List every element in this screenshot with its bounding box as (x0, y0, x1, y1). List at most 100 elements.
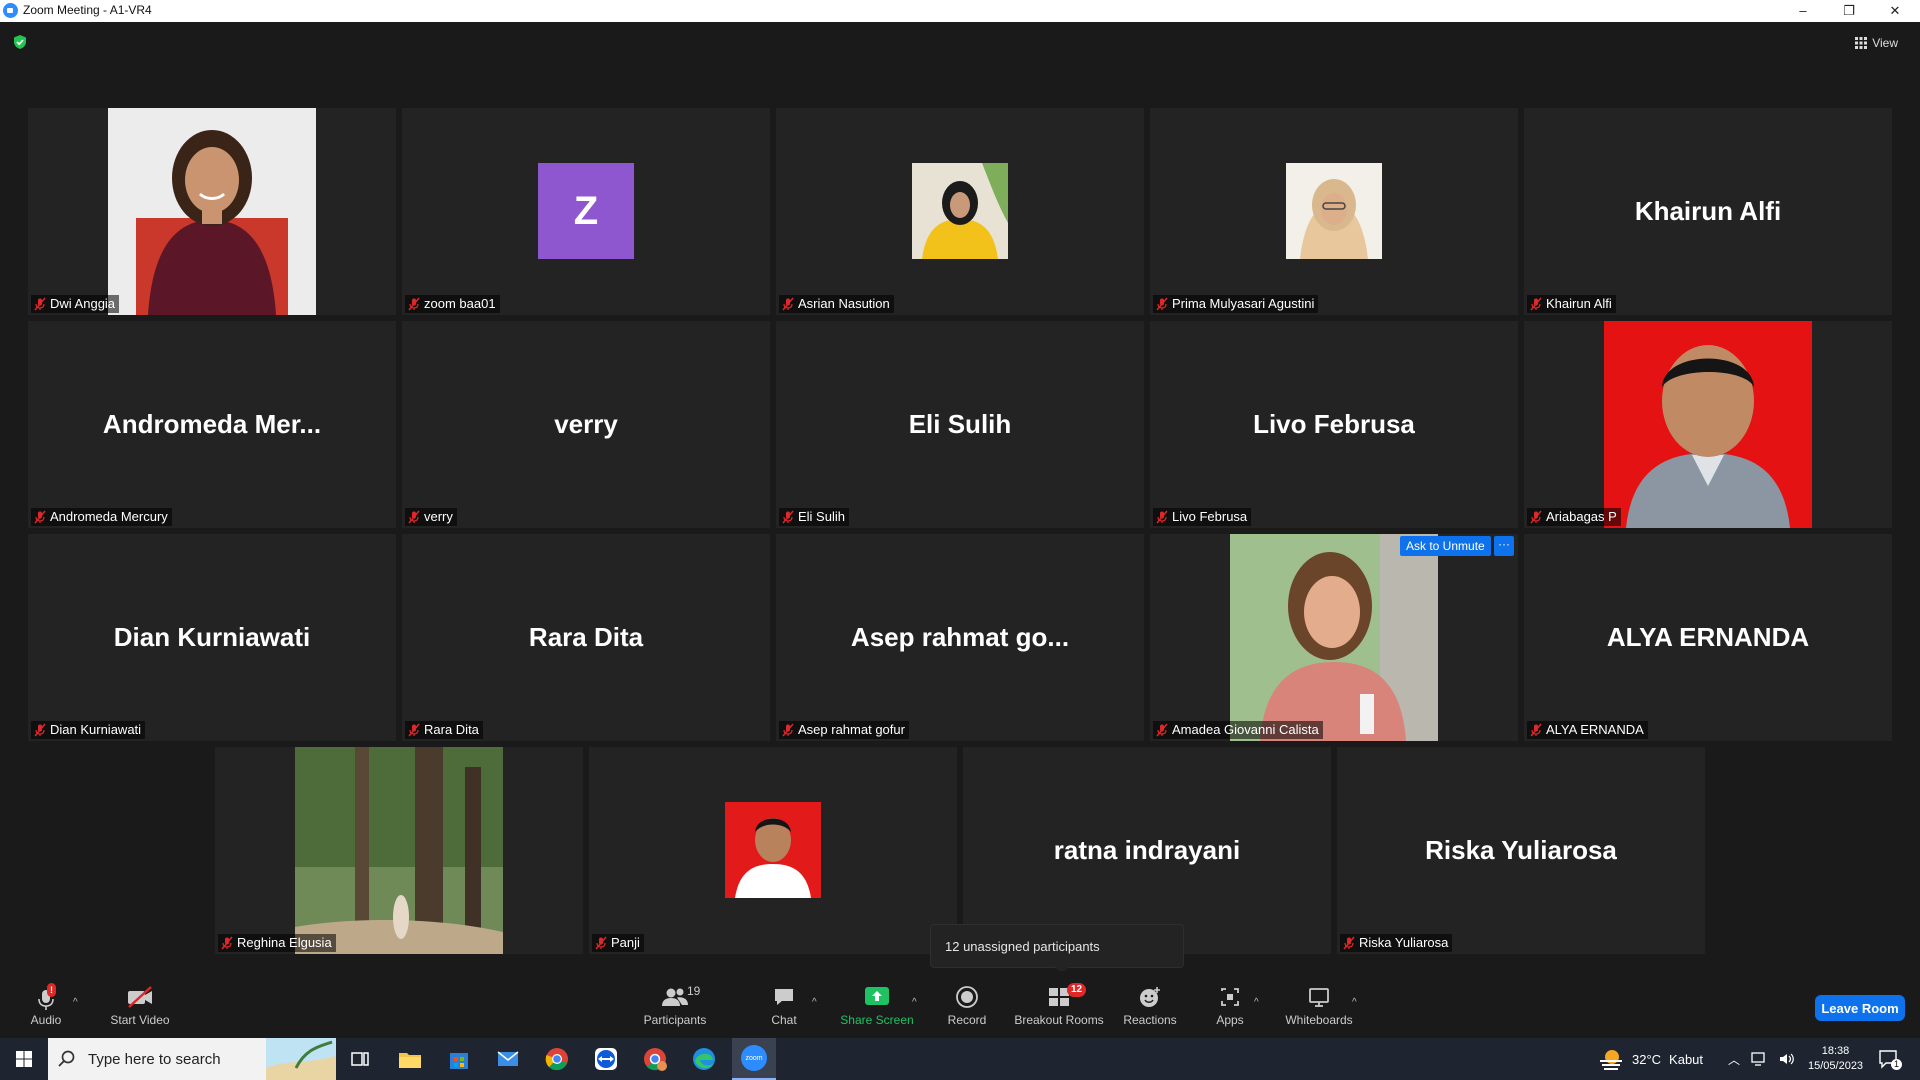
mail-icon[interactable] (492, 1043, 524, 1075)
close-button[interactable]: ✕ (1872, 0, 1918, 22)
participant-tile[interactable]: Panji (589, 747, 957, 954)
audio-button[interactable]: ! Audio (25, 971, 67, 1038)
participant-name-label: Amadea Giovanni Calista (1153, 721, 1323, 739)
participants-button[interactable]: 19 Participants (640, 971, 710, 1038)
participant-tile[interactable]: Asrian Nasution (776, 108, 1144, 315)
participant-name: Dwi Anggia (50, 296, 116, 311)
muted-mic-icon (1530, 510, 1542, 524)
participant-name: Reghina Elgusia (237, 935, 332, 950)
notification-center-button[interactable]: 1 (1878, 1038, 1903, 1080)
network-icon[interactable] (1750, 1051, 1768, 1067)
participant-display-name: Khairun Alfi (1634, 196, 1782, 226)
participant-tile[interactable]: Prima Mulyasari Agustini (1150, 108, 1518, 315)
participant-name: Panji (611, 935, 640, 950)
participant-tile[interactable]: verry verry (402, 321, 770, 528)
chrome-icon[interactable] (541, 1043, 573, 1075)
edge-icon[interactable] (688, 1043, 720, 1075)
taskbar-search-box[interactable]: Type here to search (48, 1038, 336, 1080)
security-shield-icon[interactable] (12, 34, 28, 50)
participant-name-label: Asep rahmat gofur (779, 721, 909, 739)
participant-tile[interactable]: Ariabagas P (1524, 321, 1892, 528)
minimize-button[interactable]: – (1780, 0, 1826, 22)
share-screen-options-caret[interactable]: ^ (912, 997, 917, 1008)
more-options-button[interactable]: ··· (1494, 536, 1514, 556)
whiteboard-icon (1309, 988, 1329, 1007)
participants-count: 19 (687, 984, 701, 998)
volume-icon[interactable] (1778, 1051, 1796, 1067)
clock-date: 15/05/2023 (1808, 1060, 1864, 1072)
clock-time: 18:38 (1821, 1045, 1850, 1057)
participant-name: Dian Kurniawati (50, 722, 142, 737)
microsoft-store-icon[interactable] (443, 1043, 475, 1075)
muted-mic-icon (1156, 510, 1168, 524)
participant-tile[interactable]: ALYA ERNANDA ALYA ERNANDA (1524, 534, 1892, 741)
muted-mic-icon (1156, 723, 1168, 737)
participant-name: Asep rahmat gofur (798, 722, 905, 737)
windows-start-icon[interactable] (8, 1043, 40, 1075)
apps-options-caret[interactable]: ^ (1254, 997, 1259, 1008)
audio-options-caret[interactable]: ^ (73, 997, 78, 1008)
participant-name-label: verry (405, 508, 457, 526)
participant-tile[interactable]: Andromeda Mer... Andromeda Mercury (28, 321, 396, 528)
participant-name-label: Panji (592, 934, 644, 952)
participant-tile[interactable]: ratna indrayani (963, 747, 1331, 954)
video-camera-off-icon (128, 986, 152, 1008)
participant-tile[interactable]: Dwi Anggia (28, 108, 396, 315)
participant-tile[interactable]: Khairun Alfi Khairun Alfi (1524, 108, 1892, 315)
participant-tile[interactable]: Livo Februsa Livo Februsa (1150, 321, 1518, 528)
chrome-profile-icon[interactable] (639, 1043, 671, 1075)
participant-tile[interactable]: Asep rahmat go... Asep rahmat gofur (776, 534, 1144, 741)
participant-display-name: Rara Dita (528, 622, 644, 652)
participant-tile[interactable]: Riska Yuliarosa Riska Yuliarosa (1337, 747, 1705, 954)
share-screen-label: Share Screen (840, 1013, 914, 1027)
participant-name: ALYA ERNANDA (1546, 722, 1644, 737)
participant-tile[interactable]: Zzoom baa01 (402, 108, 770, 315)
search-icon (58, 1050, 75, 1067)
participant-name-label: Eli Sulih (779, 508, 849, 526)
share-screen-icon (865, 987, 889, 1005)
participant-name-label: Ariabagas P (1527, 508, 1621, 526)
start-video-label: Start Video (110, 1013, 170, 1027)
record-button[interactable]: Record (945, 971, 989, 1038)
participant-tile[interactable]: Amadea Giovanni Calista (1150, 534, 1518, 741)
chat-button[interactable]: Chat (764, 971, 804, 1038)
participant-name-label: zoom baa01 (405, 295, 500, 313)
participant-tile[interactable]: Reghina Elgusia (215, 747, 583, 954)
zoom-taskbar-button[interactable]: zoom (732, 1038, 776, 1080)
chat-options-caret[interactable]: ^ (812, 997, 817, 1008)
weather-temp: 32°C (1632, 1051, 1662, 1067)
participant-display-name: ratna indrayani (1053, 835, 1241, 865)
leave-room-button[interactable]: Leave Room (1815, 995, 1905, 1021)
share-screen-button[interactable]: Share Screen (836, 971, 918, 1038)
taskbar-clock[interactable]: 18:38 15/05/2023 (1808, 1038, 1863, 1080)
ask-to-unmute-button[interactable]: Ask to Unmute (1400, 536, 1491, 556)
whiteboards-options-caret[interactable]: ^ (1352, 997, 1357, 1008)
start-video-button[interactable]: Start Video (105, 971, 175, 1038)
task-view-icon[interactable] (344, 1043, 376, 1075)
participant-tile[interactable]: Rara Dita Rara Dita (402, 534, 770, 741)
weather-widget[interactable]: 32°C Kabut (1598, 1038, 1703, 1080)
muted-mic-icon (221, 936, 233, 950)
participant-name-label: Prima Mulyasari Agustini (1153, 295, 1319, 313)
whiteboards-button[interactable]: Whiteboards (1283, 971, 1355, 1038)
participant-display-name: Livo Februsa (1253, 409, 1415, 439)
muted-mic-icon (408, 510, 420, 524)
weather-haze-icon (1600, 1050, 1622, 1070)
apps-label: Apps (1216, 1013, 1244, 1027)
restore-button[interactable]: ❐ (1826, 0, 1872, 22)
breakout-rooms-button[interactable]: 12 Breakout Rooms (1013, 971, 1105, 1038)
participants-label: Participants (643, 1013, 707, 1027)
reactions-smiley-icon (1140, 987, 1160, 1007)
participant-tile[interactable]: Eli Sulih Eli Sulih (776, 321, 1144, 528)
muted-mic-icon (34, 510, 46, 524)
tray-overflow-chevron-icon[interactable]: ︿ (1728, 1051, 1740, 1068)
muted-mic-icon (34, 297, 46, 311)
view-button[interactable]: View (1855, 34, 1898, 52)
muted-mic-icon (1343, 936, 1355, 950)
teamviewer-icon[interactable] (590, 1043, 622, 1075)
participant-tile[interactable]: Dian Kurniawati Dian Kurniawati (28, 534, 396, 741)
search-highlight-beach-icon (266, 1038, 336, 1080)
reactions-button[interactable]: Reactions (1122, 971, 1178, 1038)
apps-button[interactable]: Apps (1210, 971, 1250, 1038)
file-explorer-icon[interactable] (394, 1043, 426, 1075)
